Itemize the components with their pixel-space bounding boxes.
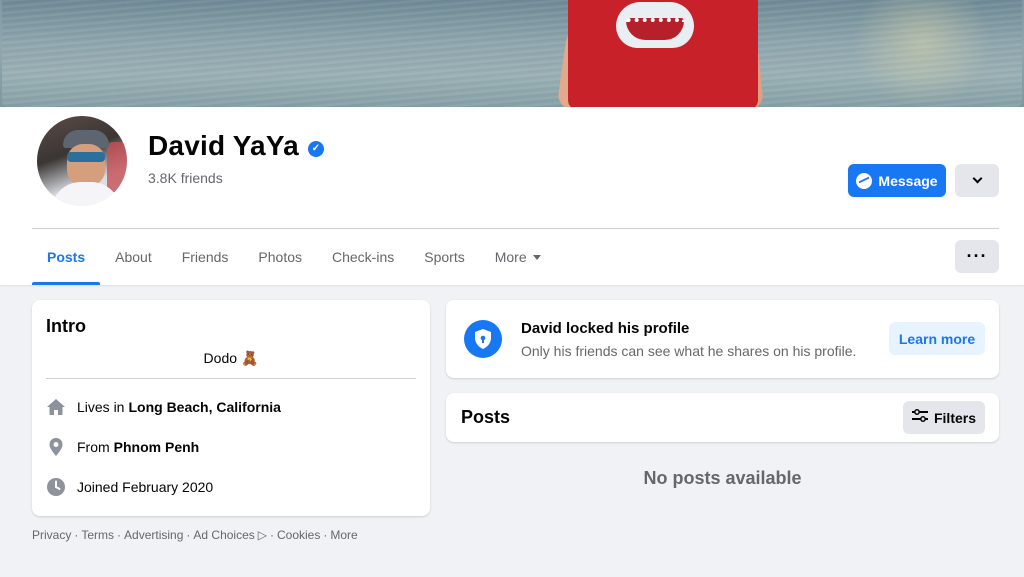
- verified-check-icon: ✓: [308, 141, 324, 157]
- intro-divider: [46, 378, 416, 379]
- footer-separator: ·: [117, 528, 122, 542]
- lives-in-prefix: Lives in: [77, 399, 125, 415]
- intro-bio: Dodo 🧸: [32, 350, 430, 367]
- lives-in-value[interactable]: Long Beach, California: [128, 399, 280, 415]
- bio-text: Dodo: [203, 350, 238, 366]
- tab-label: Friends: [181, 249, 229, 265]
- filters-label: Filters: [933, 409, 976, 426]
- header-divider: [32, 228, 999, 229]
- filters-icon: [911, 409, 928, 426]
- caret-down-icon: [532, 255, 541, 260]
- avatar-face: [67, 144, 105, 186]
- locked-profile-card: David locked his profile Only his friend…: [446, 300, 999, 378]
- profile-options-dropdown-button[interactable]: [955, 164, 999, 197]
- filters-button[interactable]: Filters: [903, 401, 985, 434]
- footer-link-advertising[interactable]: Advertising: [124, 528, 183, 542]
- footer-separator: ·: [186, 528, 191, 542]
- friends-count[interactable]: 3.8K friends: [148, 170, 223, 186]
- profile-tabs: Posts About Friends Photos Check-ins Spo…: [32, 240, 556, 285]
- footer-link-cookies[interactable]: Cookies: [277, 528, 320, 542]
- info-from: From Phnom Penh: [46, 437, 199, 457]
- info-joined: Joined February 2020: [46, 477, 213, 497]
- tab-label: About: [115, 249, 152, 265]
- avatar-sunglasses: [67, 152, 105, 162]
- footer-links: Privacy · Terms · Advertising · Ad Choic…: [32, 528, 358, 542]
- footer-separator: ·: [323, 528, 328, 542]
- tab-label: More: [494, 249, 527, 265]
- home-icon: [46, 397, 66, 417]
- cover-sun-glow: [852, 0, 992, 107]
- avatar-background: [107, 142, 127, 192]
- tab-label: Posts: [47, 249, 86, 265]
- chevron-down-icon: [972, 173, 982, 184]
- footer-link-ad-choices[interactable]: Ad Choices ▷: [193, 528, 267, 542]
- bio-emoji: 🧸: [241, 350, 259, 366]
- tab-label: Sports: [424, 249, 465, 265]
- locked-title: David locked his profile: [521, 320, 690, 337]
- footer-separator: ·: [74, 528, 79, 542]
- ad-choices-icon: ▷: [257, 528, 267, 542]
- intro-title: Intro: [46, 316, 86, 336]
- locked-subtitle: Only his friends can see what he shares …: [521, 343, 857, 359]
- joined-text: Joined February 2020: [77, 479, 214, 495]
- intro-card: Intro Dodo 🧸 Lives in Long Beach, Califor…: [32, 300, 430, 516]
- message-button[interactable]: Message: [848, 164, 946, 197]
- from-value[interactable]: Phnom Penh: [114, 439, 200, 455]
- footer-separator: ·: [270, 528, 274, 542]
- avatar[interactable]: [34, 113, 130, 209]
- ad-choices-label: Ad Choices: [193, 528, 255, 542]
- shark-mouth: [626, 18, 684, 40]
- tab-sports[interactable]: Sports: [409, 240, 479, 285]
- from-prefix: From: [77, 439, 110, 455]
- cover-person-sleeve: [714, 0, 758, 38]
- no-posts-message: No posts available: [643, 468, 802, 488]
- footer-link-terms[interactable]: Terms: [81, 528, 114, 542]
- tab-label: Check-ins: [332, 249, 395, 265]
- shield-lock-icon: [464, 320, 502, 358]
- posts-header-card: Posts Filters: [446, 393, 999, 442]
- more-options-button[interactable]: ···: [955, 240, 999, 273]
- message-button-label: Message: [878, 172, 938, 189]
- cover-photo[interactable]: [0, 0, 1024, 107]
- tab-about[interactable]: About: [100, 240, 167, 285]
- footer-link-more[interactable]: More: [330, 528, 357, 542]
- info-lives-in: Lives in Long Beach, California: [46, 397, 281, 417]
- tab-posts[interactable]: Posts: [32, 240, 101, 285]
- cover-image: [2, 0, 1022, 107]
- ellipsis-icon: ···: [966, 246, 988, 266]
- posts-title: Posts: [461, 407, 511, 427]
- messenger-icon: [856, 172, 873, 189]
- tab-friends[interactable]: Friends: [167, 240, 244, 285]
- location-pin-icon: [46, 437, 66, 457]
- tab-more[interactable]: More: [480, 240, 556, 285]
- clock-icon: [46, 477, 66, 497]
- profile-name: David YaYa: [148, 130, 299, 161]
- tab-check-ins[interactable]: Check-ins: [317, 240, 409, 285]
- tab-label: Photos: [258, 249, 302, 265]
- tab-photos[interactable]: Photos: [243, 240, 317, 285]
- footer-link-privacy[interactable]: Privacy: [32, 528, 71, 542]
- learn-more-button[interactable]: Learn more: [889, 322, 985, 355]
